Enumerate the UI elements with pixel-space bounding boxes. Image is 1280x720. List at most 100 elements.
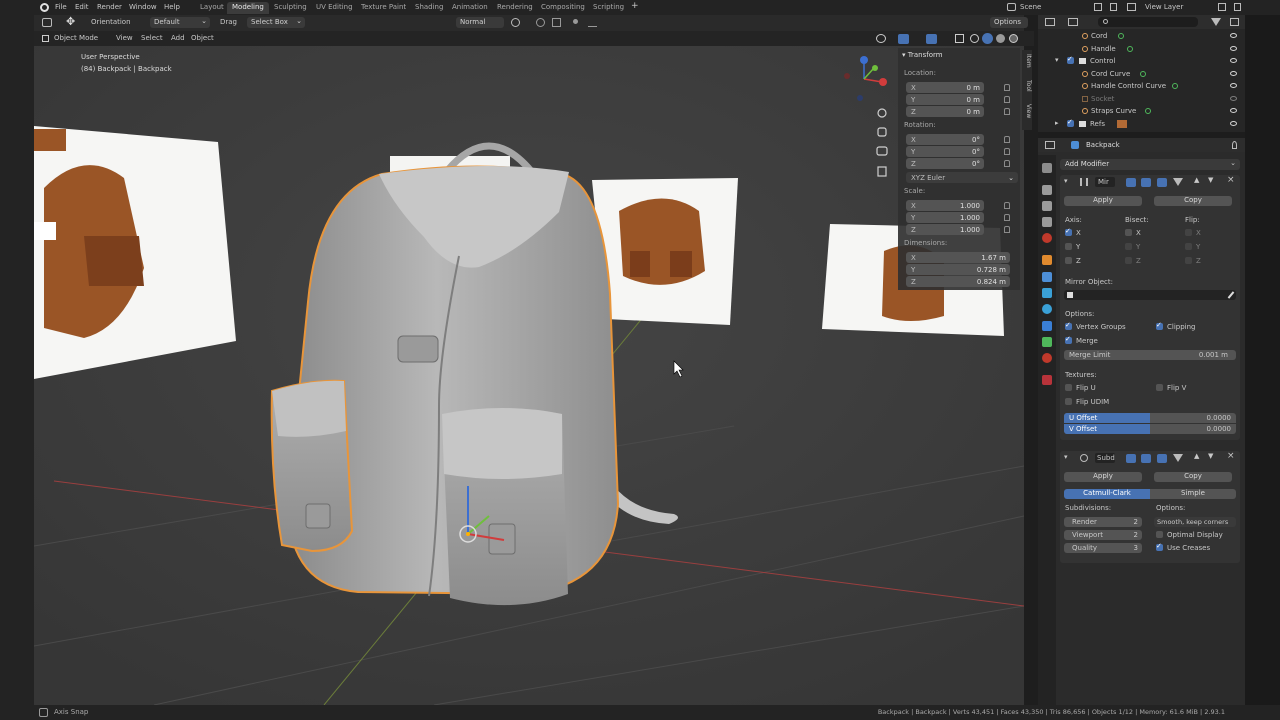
close-icon[interactable]: × [1227,176,1235,185]
flip-u-checkbox[interactable] [1065,384,1072,391]
v-offset-field[interactable]: V Offset 0.0000 [1064,424,1236,434]
rotation-x-field[interactable]: X 0° [906,134,984,145]
output-tab-icon[interactable] [1042,201,1052,211]
bisect-z-checkbox[interactable] [1125,257,1132,264]
outliner-item-cord-curve[interactable]: Cord Curve [1038,68,1245,81]
flip-y-checkbox[interactable] [1185,243,1192,250]
3d-viewport[interactable]: User Perspective (84) Backpack | Backpac… [34,46,1024,705]
overlays-icon[interactable] [926,34,937,44]
proportional-edit-icon[interactable] [573,19,578,24]
tab-texture-paint[interactable]: Texture Paint [356,2,411,14]
collection-checkbox[interactable] [1067,55,1074,64]
tab-compositing[interactable]: Compositing [536,2,590,14]
catmull-clark-button[interactable]: Catmull-Clark [1064,489,1150,499]
scene-tab-icon[interactable] [1042,233,1052,243]
chevron-right-icon[interactable]: ▸ [1055,119,1059,127]
eye-icon[interactable] [1230,70,1237,76]
snap-icon[interactable] [536,18,545,27]
tab-tool[interactable]: Tool [1025,80,1032,92]
mirror-object-field[interactable] [1064,290,1236,300]
lock-icon[interactable] [1004,96,1010,103]
dimensions-x-field[interactable]: X 1.67 m [906,252,1010,263]
transform-panel-header[interactable]: ▾ Transform [902,52,943,59]
filter-icon[interactable] [1211,18,1221,26]
clipping-checkbox[interactable] [1156,321,1163,330]
delete-view-layer-icon[interactable] [1234,3,1241,11]
search-input[interactable] [1098,17,1198,27]
view-layer-name[interactable]: View Layer [1145,4,1183,11]
location-y-field[interactable]: Y 0 m [906,94,984,105]
axis-z-checkbox[interactable] [1065,257,1072,264]
collection-checkbox[interactable] [1067,118,1074,127]
flip-x-checkbox[interactable] [1185,229,1192,236]
lock-icon[interactable] [1004,84,1010,91]
eyedropper-icon[interactable] [1227,291,1235,299]
eye-icon[interactable] [1230,83,1237,88]
menu-window[interactable]: Window [129,4,157,11]
lock-icon[interactable] [1004,136,1010,143]
outliner-item-handle[interactable]: Handle [1038,43,1245,56]
tab-layout[interactable]: Layout [195,2,229,14]
move-down-icon[interactable]: ▼ [1208,453,1213,460]
lock-icon[interactable] [1004,214,1010,221]
add-modifier-dropdown[interactable]: Add Modifier ⌄ [1060,159,1240,170]
tab-shading[interactable]: Shading [410,2,448,14]
scene-name[interactable]: Scene [1020,4,1041,11]
outliner-item-control[interactable]: ▾ Control [1038,55,1245,68]
render-tab-icon[interactable] [1042,185,1052,195]
quality-field[interactable]: Quality 3 [1064,543,1142,553]
chevron-down-icon[interactable]: ▾ [1064,454,1068,461]
copy-button[interactable]: Copy [1154,196,1232,206]
outliner-item-handle-control-curve[interactable]: Handle Control Curve [1038,80,1245,93]
modifier-name-input[interactable]: Mir [1095,177,1115,187]
view-object-types-icon[interactable] [876,34,886,43]
add-workspace-button[interactable]: + [631,2,639,11]
rendered-shading-icon[interactable] [1009,34,1018,43]
material-shading-icon[interactable] [996,34,1005,43]
data-tab-icon[interactable] [1042,337,1052,347]
tool-tab-icon[interactable] [1042,163,1052,173]
scale-x-field[interactable]: X 1.000 [906,200,984,211]
menu-help[interactable]: Help [164,4,180,11]
viewport-levels-field[interactable]: Viewport 2 [1064,530,1142,540]
uv-smooth-dropdown[interactable]: Smooth, keep corners [1154,517,1236,527]
u-offset-field[interactable]: U Offset 0.0000 [1064,413,1236,423]
close-icon[interactable]: × [1227,452,1235,461]
menu-add[interactable]: Add [171,35,185,42]
move-down-icon[interactable]: ▼ [1208,177,1213,184]
orientation-dropdown[interactable]: Default ⌄ [150,17,210,28]
blender-logo-icon[interactable] [40,3,49,12]
tab-item[interactable]: Item [1025,54,1032,68]
move-up-icon[interactable]: ▲ [1194,453,1199,460]
xray-icon[interactable] [955,34,964,43]
view-layer-icon[interactable] [1127,3,1136,11]
menu-file[interactable]: File [55,4,67,11]
tab-view[interactable]: View [1025,104,1032,118]
outliner-item-straps-curve[interactable]: Straps Curve [1038,105,1245,118]
simple-button[interactable]: Simple [1150,489,1236,499]
tab-rendering[interactable]: Rendering [492,2,538,14]
lock-icon[interactable] [1004,226,1010,233]
new-view-layer-icon[interactable] [1218,3,1226,11]
apply-button[interactable]: Apply [1064,196,1142,206]
render-levels-field[interactable]: Render 2 [1064,517,1142,527]
eye-icon[interactable] [1230,58,1237,63]
modifier-name-input[interactable]: Subd [1095,453,1115,463]
vertex-groups-checkbox[interactable] [1065,321,1072,330]
tab-scripting[interactable]: Scripting [588,2,629,14]
tab-uv-editing[interactable]: UV Editing [311,2,358,14]
material-tab-icon[interactable] [1042,353,1052,363]
outliner-item-refs[interactable]: ▸ Refs [1038,118,1245,131]
lock-icon[interactable] [1004,160,1010,167]
gizmo-icon[interactable] [898,34,909,44]
bisect-x-checkbox[interactable] [1125,229,1132,236]
location-x-field[interactable]: X 0 m [906,82,984,93]
merge-limit-field[interactable]: Merge Limit 0.001 m [1064,350,1236,360]
new-scene-icon[interactable] [1094,3,1102,11]
pivot-point-icon[interactable] [511,18,520,27]
render-icon[interactable] [1157,178,1167,187]
lock-icon[interactable] [1004,202,1010,209]
editor-type-icon[interactable] [1045,18,1055,26]
tab-modeling[interactable]: Modeling [227,2,269,14]
render-icon[interactable] [1157,454,1167,463]
